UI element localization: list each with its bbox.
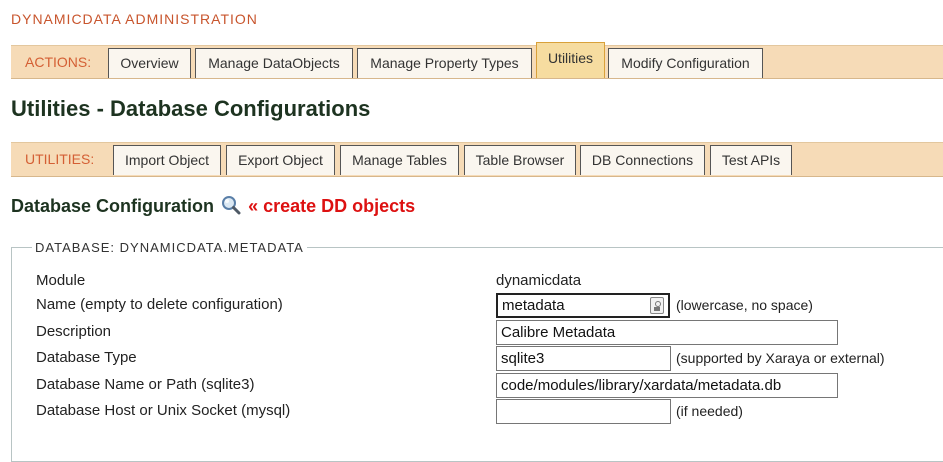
tab-utilities[interactable]: Utilities [536,42,605,78]
name-label: Name (empty to delete configuration) [36,296,283,313]
database-name-label: Database Name or Path (sqlite3) [36,376,255,393]
database-type-input[interactable] [496,346,671,371]
tab-export-object[interactable]: Export Object [226,145,335,175]
create-dd-objects-link[interactable]: « create DD objects [248,196,415,216]
name-input[interactable] [496,293,670,318]
database-host-hint: (if needed) [676,403,743,419]
actions-label: ACTIONS: [25,54,92,70]
database-name-input[interactable] [496,373,838,398]
description-label: Description [36,323,112,340]
utilities-tabbar: UTILITIES: Import Object Export Object M… [11,142,943,177]
tab-overview[interactable]: Overview [108,48,191,78]
module-label: Module [36,272,86,289]
utilities-label: UTILITIES: [25,151,95,167]
section-heading: Database Configuration « create DD objec… [11,195,415,220]
tab-test-apis[interactable]: Test APIs [710,145,792,175]
module-value: dynamicdata [496,272,582,289]
tab-modify-configuration[interactable]: Modify Configuration [608,48,763,78]
database-type-label: Database Type [36,349,137,366]
description-input[interactable] [496,320,838,345]
database-host-label: Database Host or Unix Socket (mysql) [36,402,291,419]
fieldset-legend: DATABASE: DYNAMICDATA.METADATA [35,240,304,255]
magnifier-icon[interactable] [221,195,241,220]
tab-manage-tables[interactable]: Manage Tables [340,145,459,175]
name-hint: (lowercase, no space) [676,297,813,313]
tab-import-object[interactable]: Import Object [113,145,221,175]
tab-table-browser[interactable]: Table Browser [464,145,576,175]
tab-db-connections[interactable]: DB Connections [580,145,705,175]
database-host-input[interactable] [496,399,671,424]
password-key-icon[interactable] [650,297,664,314]
section-heading-text: Database Configuration [11,196,215,216]
app-title: DYNAMICDATA ADMINISTRATION [11,11,258,27]
database-type-hint: (supported by Xaraya or external) [676,350,885,366]
page-title: Utilities - Database Configurations [11,96,371,121]
actions-tabbar: ACTIONS: Overview Manage DataObjects Man… [11,42,943,79]
tab-manage-dataobjects[interactable]: Manage DataObjects [195,48,353,78]
tab-manage-property-types[interactable]: Manage Property Types [357,48,532,78]
